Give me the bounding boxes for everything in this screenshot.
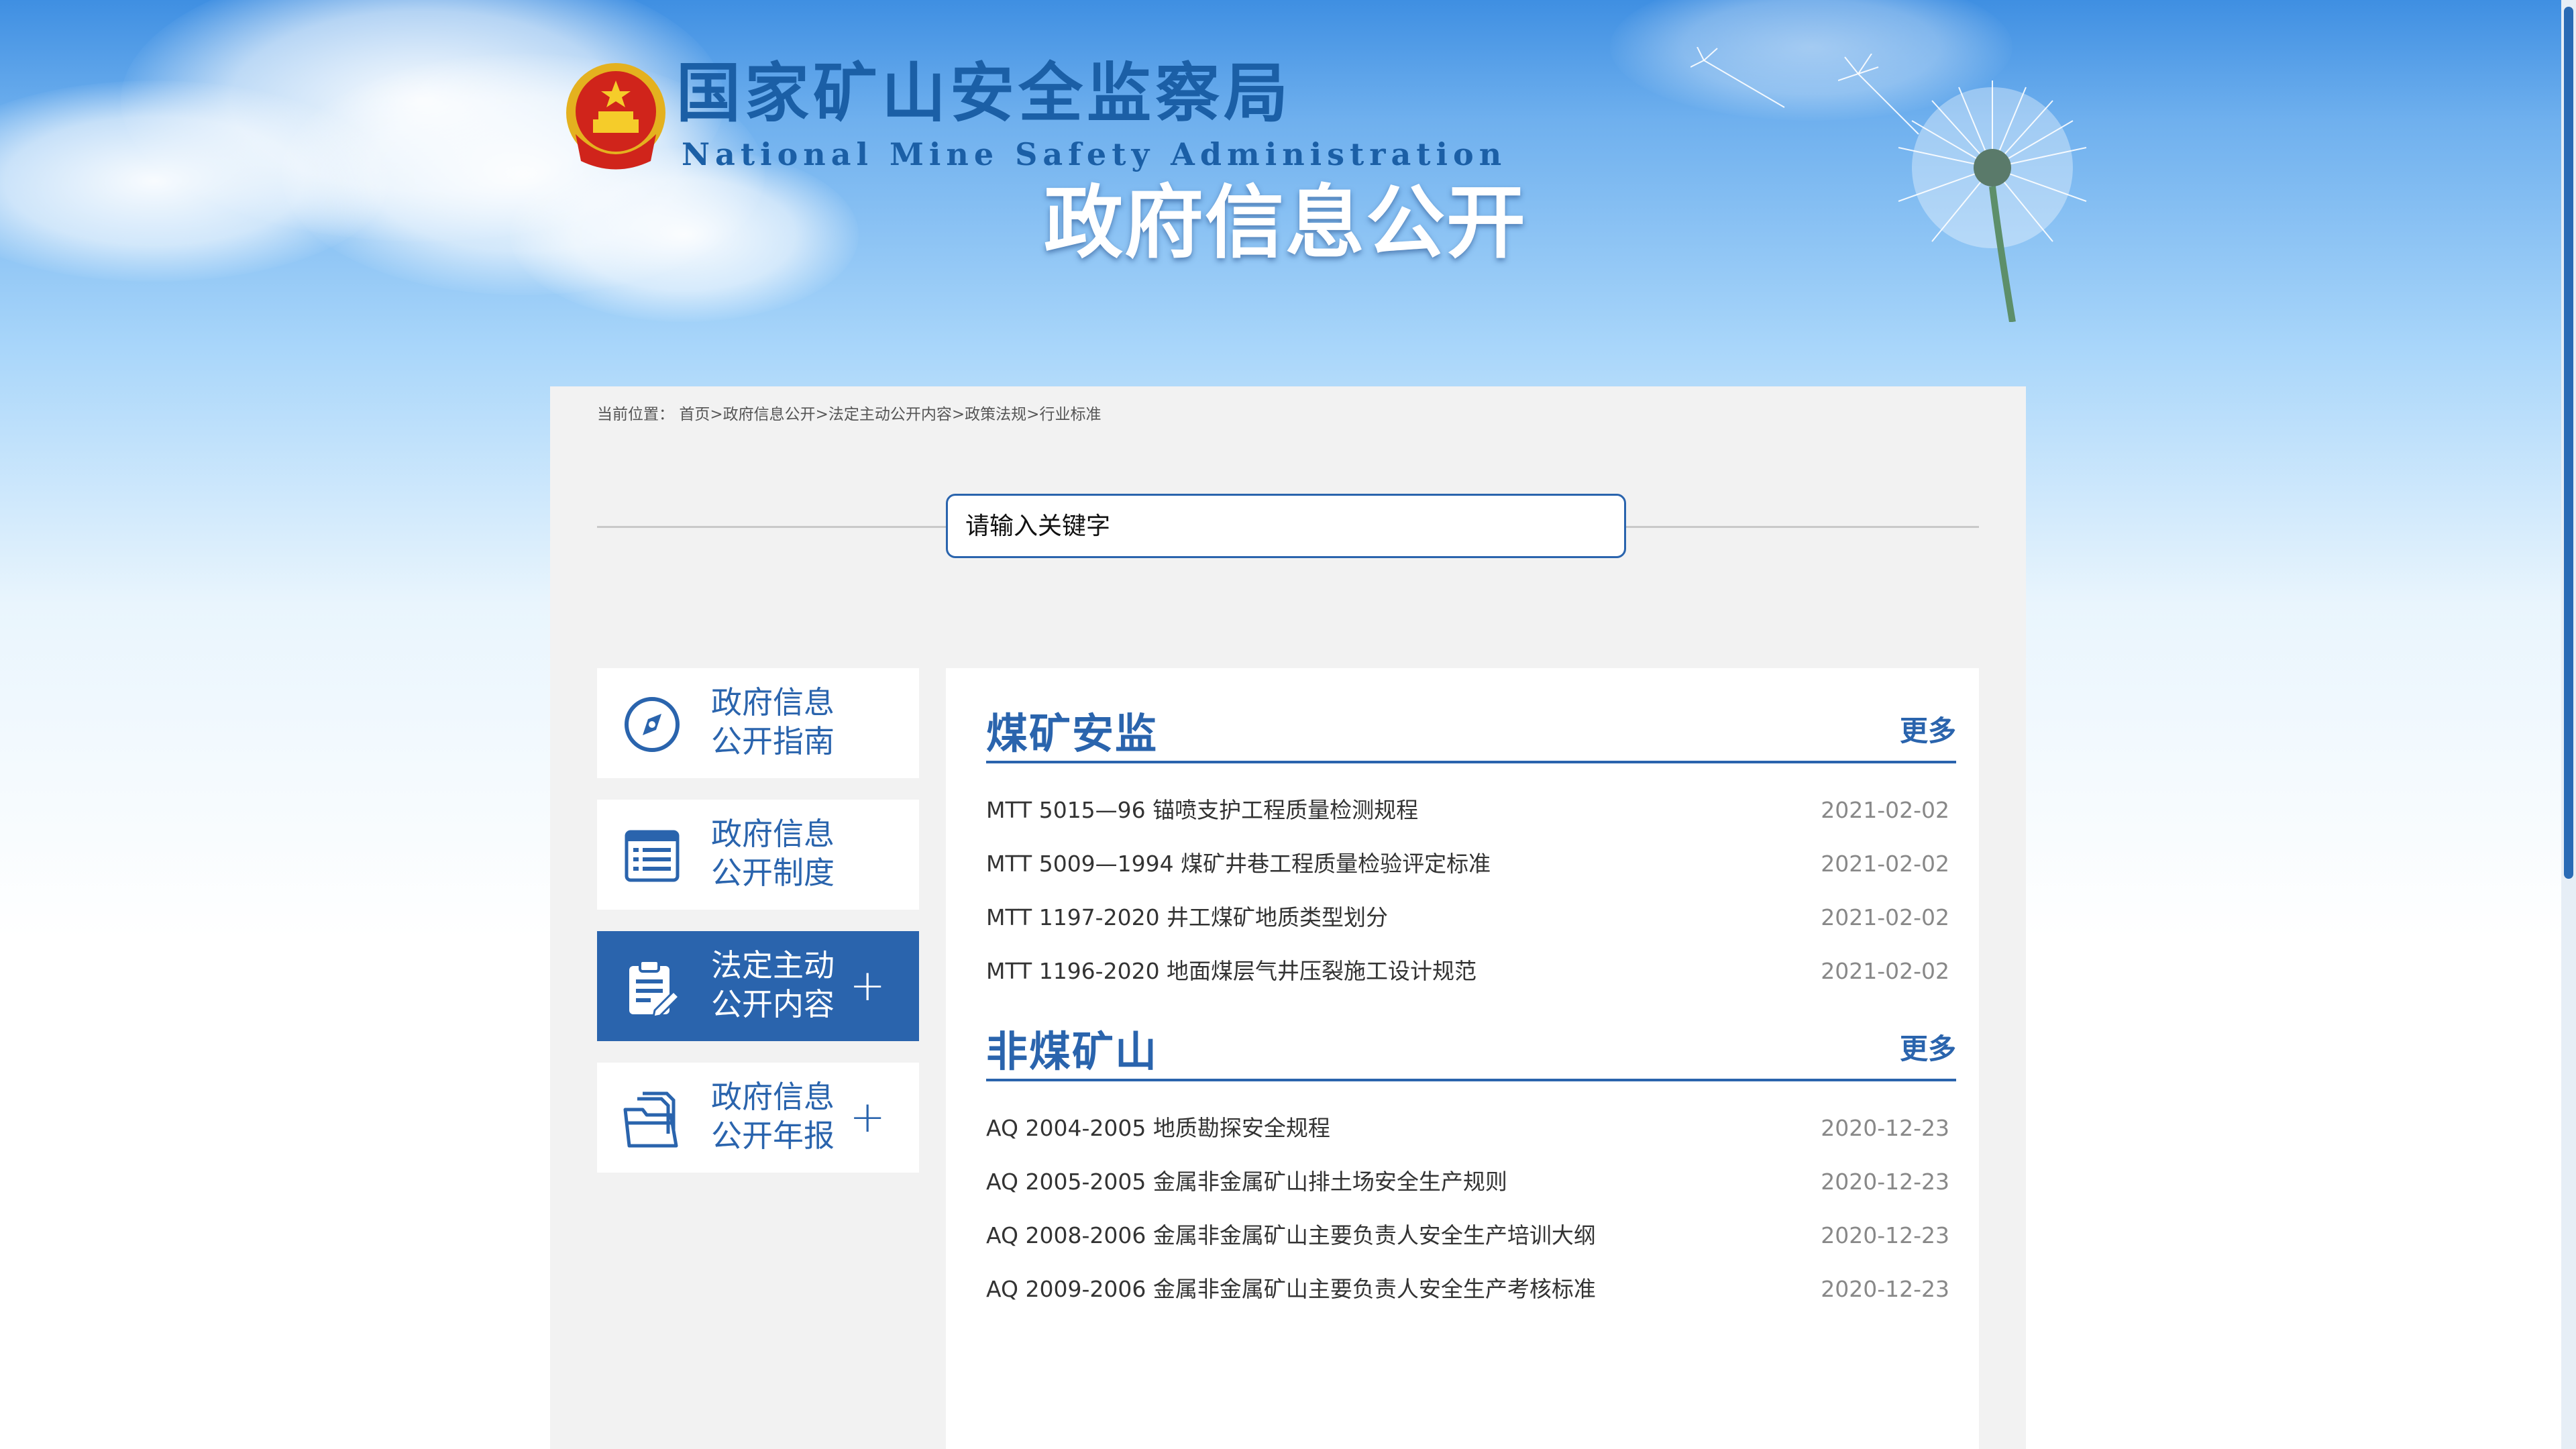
news-date: 2021-02-02 — [1821, 797, 1949, 823]
nav-item-label: 政府信息 公开制度 — [711, 816, 835, 891]
breadcrumb-policies[interactable]: 政策法规 — [965, 406, 1026, 423]
breadcrumb-separator: > — [1026, 406, 1040, 423]
news-title-link[interactable]: MTT 5009—1994 煤矿井巷工程质量检验评定标准 — [986, 837, 1491, 891]
news-title-link[interactable]: AQ 2009-2006 金属非金属矿山主要负责人安全生产考核标准 — [986, 1263, 1596, 1316]
more-link[interactable]: 更多 — [1900, 708, 1956, 749]
scrollbar-thumb[interactable] — [2564, 7, 2573, 879]
compass-icon — [625, 697, 680, 752]
breadcrumb-home[interactable]: 首页 — [679, 406, 710, 423]
national-emblem-icon — [566, 63, 665, 170]
nav-item-annual-report[interactable]: 政府信息 公开年报 + — [597, 1063, 919, 1173]
list-item: MTT 1196-2020 地面煤层气井压裂施工设计规范 2021-02-02 — [986, 945, 1956, 998]
breadcrumb-info-public[interactable]: 政府信息公开 — [723, 406, 816, 423]
list-item: MTT 5009—1994 煤矿井巷工程质量检验评定标准 2021-02-02 — [986, 837, 1956, 891]
breadcrumb-separator: > — [951, 406, 965, 423]
section-non-coal-mines: 非煤矿山 更多 AQ 2004-2005 地质勘探安全规程 2020-12-23… — [986, 1025, 1956, 1316]
search-input[interactable] — [946, 494, 1626, 558]
list-item: AQ 2004-2005 地质勘探安全规程 2020-12-23 — [986, 1102, 1956, 1155]
news-title-link[interactable]: AQ 2005-2005 金属非金属矿山排土场安全生产规则 — [986, 1155, 1507, 1209]
news-date: 2021-02-02 — [1821, 958, 1949, 984]
nav-item-label: 政府信息 公开指南 — [711, 684, 835, 759]
news-date: 2021-02-02 — [1821, 904, 1949, 930]
site-name-english: National Mine Safety Administration — [682, 136, 1507, 172]
news-title-link[interactable]: MTT 1197-2020 井工煤矿地质类型划分 — [986, 891, 1388, 945]
news-title-link[interactable]: MTT 5015—96 锚喷支护工程质量检测规程 — [986, 784, 1418, 837]
list-document-icon — [625, 830, 680, 882]
nav-item-disclosure-system[interactable]: 政府信息 公开制度 — [597, 800, 919, 910]
news-list: AQ 2004-2005 地质勘探安全规程 2020-12-23 AQ 2005… — [986, 1102, 1956, 1316]
section-header: 非煤矿山 更多 — [986, 1025, 1956, 1081]
nav-item-statutory-content[interactable]: 法定主动 公开内容 + — [597, 931, 919, 1041]
breadcrumb-prefix: 当前位置： — [597, 406, 674, 423]
list-item: AQ 2005-2005 金属非金属矿山排土场安全生产规则 2020-12-23 — [986, 1155, 1956, 1209]
news-date: 2021-02-02 — [1821, 851, 1949, 877]
section-header: 煤矿安监 更多 — [986, 707, 1956, 763]
news-title-link[interactable]: MTT 1196-2020 地面煤层气井压裂施工设计规范 — [986, 945, 1477, 998]
folder-files-icon — [623, 1091, 678, 1148]
more-link[interactable]: 更多 — [1900, 1026, 1956, 1067]
main-container: 当前位置： 首页>政府信息公开>法定主动公开内容>政策法规>行业标准 政府信息 … — [550, 386, 2026, 1449]
breadcrumb-separator: > — [815, 406, 828, 423]
news-title-link[interactable]: AQ 2004-2005 地质勘探安全规程 — [986, 1102, 1330, 1155]
section-title[interactable]: 非煤矿山 — [986, 1025, 1158, 1079]
news-date: 2020-12-23 — [1821, 1169, 1949, 1195]
breadcrumb-statutory-content[interactable]: 法定主动公开内容 — [828, 406, 952, 423]
news-date: 2020-12-23 — [1821, 1276, 1949, 1302]
nav-item-label: 法定主动 公开内容 — [711, 947, 835, 1022]
vertical-scrollbar[interactable] — [2561, 0, 2576, 1449]
breadcrumb: 当前位置： 首页>政府信息公开>法定主动公开内容>政策法规>行业标准 — [597, 401, 1101, 424]
list-item: MTT 5015—96 锚喷支护工程质量检测规程 2021-02-02 — [986, 784, 1956, 837]
expand-plus-icon[interactable]: + — [849, 1096, 885, 1139]
breadcrumb-separator: > — [710, 406, 723, 423]
list-item: AQ 2008-2006 金属非金属矿山主要负责人安全生产培训大纲 2020-1… — [986, 1209, 1956, 1263]
content-panel: 煤矿安监 更多 MTT 5015—96 锚喷支护工程质量检测规程 2021-02… — [946, 668, 1979, 1449]
list-item: AQ 2009-2006 金属非金属矿山主要负责人安全生产考核标准 2020-1… — [986, 1263, 1956, 1316]
nav-item-disclosure-guide[interactable]: 政府信息 公开指南 — [597, 668, 919, 778]
news-list: MTT 5015—96 锚喷支护工程质量检测规程 2021-02-02 MTT … — [986, 784, 1956, 998]
section-coal-mine-safety: 煤矿安监 更多 MTT 5015—96 锚喷支护工程质量检测规程 2021-02… — [986, 707, 1956, 998]
clipboard-edit-icon — [629, 959, 681, 1017]
nav-item-label: 政府信息 公开年报 — [711, 1079, 835, 1154]
seed-decoration-2 — [1838, 54, 1919, 135]
expand-plus-icon[interactable]: + — [849, 965, 885, 1008]
seed-decoration — [1690, 47, 1785, 108]
news-date: 2020-12-23 — [1821, 1115, 1949, 1141]
news-title-link[interactable]: AQ 2008-2006 金属非金属矿山主要负责人安全生产培训大纲 — [986, 1209, 1596, 1263]
news-date: 2020-12-23 — [1821, 1222, 1949, 1248]
breadcrumb-industry-standards[interactable]: 行业标准 — [1039, 406, 1101, 423]
banner-title: 政府信息公开 — [1044, 176, 1527, 269]
site-name: 国家矿山安全监察局 — [676, 55, 1292, 131]
section-title[interactable]: 煤矿安监 — [986, 707, 1158, 761]
list-item: MTT 1197-2020 井工煤矿地质类型划分 2021-02-02 — [986, 891, 1956, 945]
